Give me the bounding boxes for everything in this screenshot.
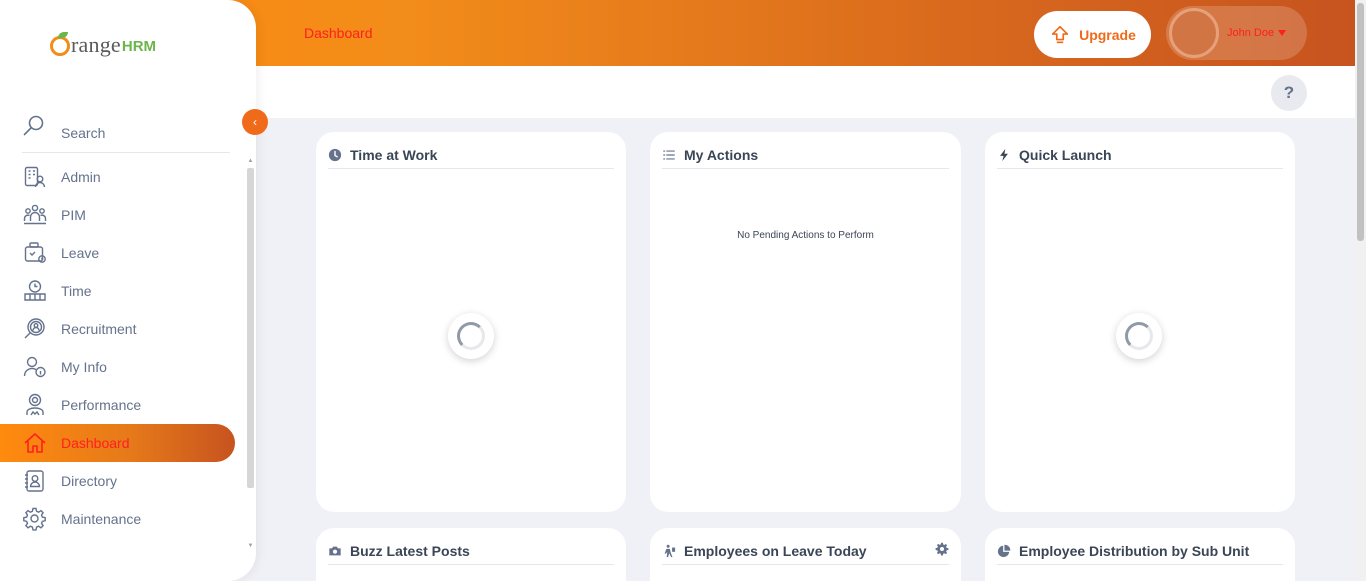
recruitment-icon (24, 318, 45, 339)
distribution-card: Employee Distribution by Sub Unit (985, 528, 1295, 581)
home-icon (24, 433, 46, 453)
search-label: Search (61, 125, 106, 141)
upgrade-label: Upgrade (1079, 26, 1136, 43)
my-actions-card: My Actions No Pending Actions to Perform (650, 132, 961, 512)
card-header: My Actions (662, 142, 949, 169)
sidebar-item-my-info[interactable]: My Info (0, 348, 244, 386)
sidebar-menu: Admin PIM Leave Time Recruitment My Info… (0, 158, 244, 538)
quick-launch-card: Quick Launch (985, 132, 1295, 512)
sidebar-item-performance[interactable]: Performance (0, 386, 244, 424)
sidebar-scrollbar[interactable]: ▲ ▼ (246, 158, 255, 551)
sidebar: range HRM Search Admin PIM Leave Time Re… (0, 0, 256, 581)
sidebar-item-directory[interactable]: Directory (0, 462, 244, 500)
directory-icon (25, 470, 44, 492)
sidebar-item-recruitment[interactable]: Recruitment (0, 310, 244, 348)
admin-icon (24, 166, 46, 188)
my-info-icon (23, 356, 46, 378)
maintenance-icon (23, 507, 46, 531)
card-title: Buzz Latest Posts (350, 543, 470, 559)
caret-down-icon (1278, 30, 1287, 36)
card-header: Time at Work (328, 142, 614, 169)
chevron-left-icon: ‹ (253, 115, 257, 129)
time-icon (24, 280, 46, 301)
collapse-sidebar-button[interactable]: ‹ (242, 109, 268, 135)
bolt-icon (1000, 148, 1008, 162)
loading-spinner (448, 313, 494, 359)
sidebar-item-pim[interactable]: PIM (0, 196, 244, 234)
sidebar-item-maintenance[interactable]: Maintenance (0, 500, 244, 538)
user-dropdown[interactable]: John Doe (1166, 6, 1307, 60)
avatar (1169, 8, 1219, 58)
camera-icon (329, 546, 341, 556)
card-header: Employee Distribution by Sub Unit (997, 538, 1283, 565)
sub-bar (256, 66, 1355, 118)
empty-state-text: No Pending Actions to Perform (737, 230, 874, 241)
card-title: My Actions (684, 147, 759, 163)
clock-icon (328, 148, 342, 162)
upgrade-button[interactable]: Upgrade (1034, 11, 1151, 58)
leave-person-icon (664, 544, 676, 558)
leave-icon (24, 242, 46, 263)
card-header: Buzz Latest Posts (328, 538, 614, 565)
gear-icon[interactable] (935, 542, 949, 556)
time-at-work-card: Time at Work (316, 132, 626, 512)
performance-icon (26, 393, 44, 416)
help-button[interactable]: ? (1271, 75, 1307, 111)
sidebar-item-time[interactable]: Time (0, 272, 244, 310)
card-title: Employee Distribution by Sub Unit (1019, 543, 1250, 559)
loading-spinner (1116, 313, 1162, 359)
page-title: Dashboard (304, 25, 373, 41)
employees-on-leave-card: Employees on Leave Today (650, 528, 961, 581)
card-title: Quick Launch (1019, 147, 1112, 163)
sidebar-item-leave[interactable]: Leave (0, 234, 244, 272)
list-icon (663, 150, 675, 160)
upgrade-arrow-icon (1051, 25, 1069, 43)
pie-icon (997, 544, 1011, 558)
sidebar-search[interactable]: Search (22, 110, 230, 153)
pim-icon (23, 204, 47, 225)
card-title: Employees on Leave Today (684, 543, 867, 559)
logo-orange-icon (50, 36, 70, 56)
card-header: Employees on Leave Today (662, 538, 949, 565)
card-title: Time at Work (350, 147, 438, 163)
user-name: John Doe (1227, 27, 1275, 39)
page-scrollbar[interactable] (1355, 0, 1366, 581)
buzz-posts-card: Buzz Latest Posts (316, 528, 626, 581)
search-icon (23, 115, 44, 136)
sidebar-item-dashboard[interactable]: Dashboard (0, 424, 235, 462)
sidebar-item-admin[interactable]: Admin (0, 158, 244, 196)
card-header: Quick Launch (997, 142, 1283, 169)
